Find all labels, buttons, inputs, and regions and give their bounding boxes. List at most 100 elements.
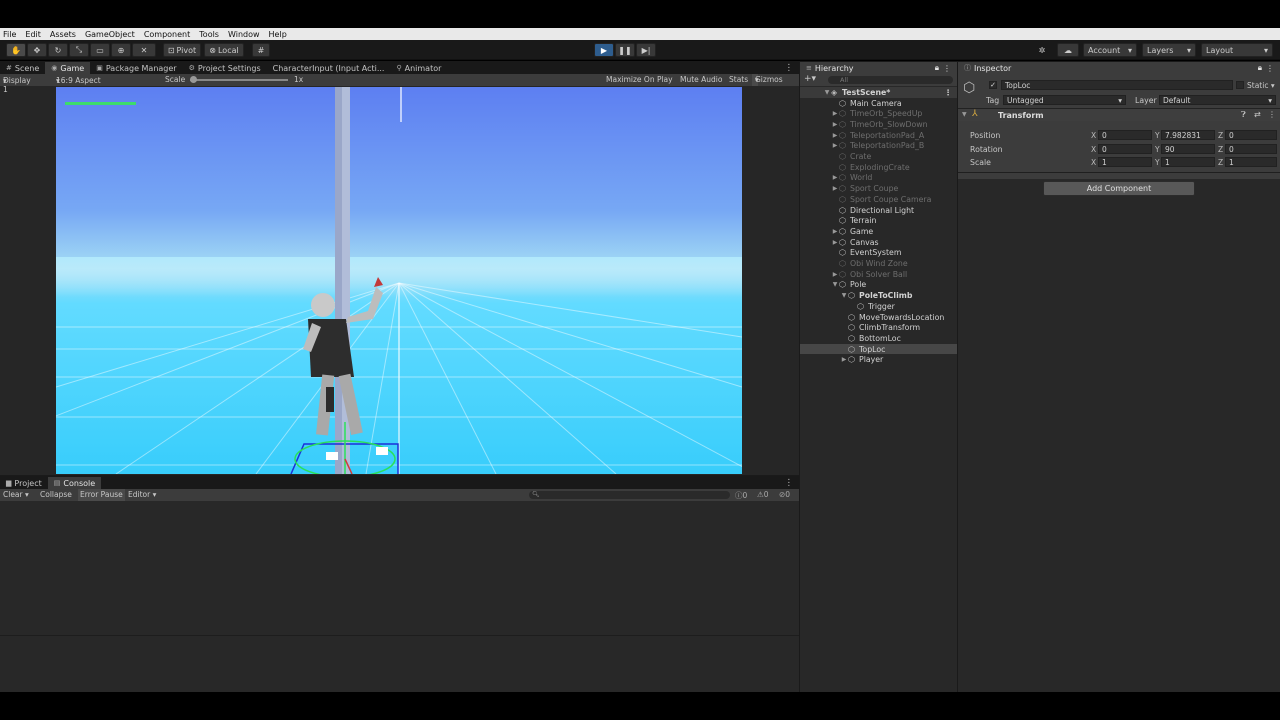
- chevron-right-icon[interactable]: ▶: [831, 110, 839, 117]
- clear-dropdown[interactable]: Clear ▾: [3, 490, 29, 499]
- hierarchy-item-sport-coupe[interactable]: ▶ ⬡ Sport Coupe: [800, 183, 957, 194]
- kebab-menu-icon[interactable]: ⋮: [1266, 64, 1274, 73]
- pause-button[interactable]: ❚❚: [615, 43, 635, 57]
- move-tool-button[interactable]: ✥: [27, 43, 47, 57]
- tab-project-settings[interactable]: ⚙ Project Settings: [183, 62, 267, 74]
- transform-header[interactable]: ▼ ⅄ Transform ❓︎ ⇄ ⋮: [958, 108, 1280, 121]
- tab-character-input[interactable]: CharacterInput (Input Acti...: [267, 62, 391, 74]
- menu-tools[interactable]: Tools: [199, 30, 219, 39]
- chevron-right-icon[interactable]: ▶: [831, 185, 839, 192]
- pivot-toggle[interactable]: ⊡ Pivot: [163, 43, 201, 57]
- layout-dropdown[interactable]: Layout ▾: [1201, 43, 1273, 57]
- tab-project[interactable]: ▆ Project: [0, 477, 48, 489]
- error-pause-toggle[interactable]: Error Pause: [78, 489, 125, 501]
- chevron-down-icon[interactable]: ▼: [962, 111, 967, 118]
- rect-tool-button[interactable]: ▭: [90, 43, 110, 57]
- layer-dropdown[interactable]: Default ▾: [1159, 95, 1276, 105]
- help-icon[interactable]: ❓︎: [1241, 110, 1246, 120]
- rotation-z-field[interactable]: 0: [1225, 144, 1277, 154]
- menu-edit[interactable]: Edit: [25, 30, 41, 39]
- chevron-down-icon[interactable]: ▼: [823, 89, 831, 96]
- static-dropdown[interactable]: Static ▾: [1247, 81, 1275, 90]
- chevron-right-icon[interactable]: ▶: [831, 271, 839, 278]
- hierarchy-item-trigger[interactable]: ⬡ Trigger: [800, 301, 957, 312]
- lock-icon[interactable]: 🔒︎: [935, 63, 939, 73]
- hierarchy-item-main-camera[interactable]: ⬡ Main Camera: [800, 98, 957, 109]
- transform-tool-button[interactable]: ⊕: [111, 43, 131, 57]
- lock-icon[interactable]: 🔒︎: [1258, 63, 1262, 73]
- kebab-menu-icon[interactable]: ⋮: [944, 88, 957, 97]
- hierarchy-item-directional-light[interactable]: ⬡ Directional Light: [800, 205, 957, 216]
- scale-z-field[interactable]: 1: [1225, 157, 1277, 167]
- scale-slider[interactable]: [190, 79, 288, 81]
- rotation-x-field[interactable]: 0: [1098, 144, 1152, 154]
- hierarchy-item-sport-coupe-camera[interactable]: ⬡ Sport Coupe Camera: [800, 194, 957, 205]
- game-viewport[interactable]: [56, 87, 742, 474]
- kebab-menu-icon[interactable]: ⋮: [943, 64, 951, 73]
- tab-package-manager[interactable]: ▣ Package Manager: [90, 62, 182, 74]
- tab-inspector[interactable]: ⓘ Inspector 🔒︎ ⋮: [958, 62, 1280, 74]
- static-checkbox[interactable]: [1236, 81, 1244, 89]
- mute-audio-toggle[interactable]: Mute Audio: [680, 75, 722, 84]
- menu-help[interactable]: Help: [269, 30, 287, 39]
- panel-menu-icon[interactable]: ⋮: [785, 62, 800, 74]
- hierarchy-item-obi-wind-zone[interactable]: ⬡ Obi Wind Zone: [800, 258, 957, 269]
- tab-hierarchy[interactable]: ≡ Hierarchy 🔒︎ ⋮: [800, 62, 957, 74]
- hierarchy-item-player[interactable]: ▶ ⬡ Player: [800, 355, 957, 366]
- menu-component[interactable]: Component: [144, 30, 190, 39]
- chevron-right-icon[interactable]: ▶: [831, 239, 839, 246]
- hierarchy-item-climbtransform[interactable]: ⬡ ClimbTransform: [800, 322, 957, 333]
- grid-snap-button[interactable]: #: [252, 43, 270, 57]
- hierarchy-item-poletoclimb[interactable]: ▼ ⬡ PoleToClimb: [800, 290, 957, 301]
- hierarchy-item-movetowardslocation[interactable]: ⬡ MoveTowardsLocation: [800, 312, 957, 323]
- hierarchy-item-teleportationpad-b[interactable]: ▶ ⬡ TeleportationPad_B: [800, 141, 957, 152]
- tab-console[interactable]: ▤ Console: [47, 477, 102, 489]
- account-dropdown[interactable]: Account ▾: [1083, 43, 1137, 57]
- preset-icon[interactable]: ⇄: [1254, 110, 1261, 119]
- hierarchy-item-world[interactable]: ▶ ⬡ World: [800, 173, 957, 184]
- hierarchy-item-obi-solver-ball[interactable]: ▶ ⬡ Obi Solver Ball: [800, 269, 957, 280]
- chevron-right-icon[interactable]: ▶: [831, 132, 839, 139]
- console-search-input[interactable]: 🔍︎: [529, 491, 730, 499]
- play-button[interactable]: ▶: [594, 43, 614, 57]
- step-button[interactable]: ▶|: [636, 43, 656, 57]
- chevron-right-icon[interactable]: ▶: [831, 174, 839, 181]
- menu-assets[interactable]: Assets: [50, 30, 76, 39]
- info-count[interactable]: ⓘ0: [735, 490, 747, 501]
- menu-gameobject[interactable]: GameObject: [85, 30, 135, 39]
- maximize-on-play-toggle[interactable]: Maximize On Play: [606, 75, 673, 84]
- hierarchy-item-timeorb-slowdown[interactable]: ▶ ⬡ TimeOrb_SlowDown: [800, 119, 957, 130]
- position-y-field[interactable]: 7.982831: [1161, 130, 1215, 140]
- position-x-field[interactable]: 0: [1098, 130, 1152, 140]
- layers-dropdown[interactable]: Layers ▾: [1142, 43, 1196, 57]
- active-checkbox[interactable]: ✓: [989, 81, 997, 89]
- hierarchy-item-canvas[interactable]: ▶ ⬡ Canvas: [800, 237, 957, 248]
- scale-x-field[interactable]: 1: [1098, 157, 1152, 167]
- tab-scene[interactable]: # Scene: [0, 62, 45, 74]
- hierarchy-item-timeorb-speedup[interactable]: ▶ ⬡ TimeOrb_SpeedUp: [800, 108, 957, 119]
- hierarchy-item-terrain[interactable]: ⬡ Terrain: [800, 215, 957, 226]
- chevron-down-icon[interactable]: ▼: [831, 281, 839, 288]
- chevron-right-icon[interactable]: ▶: [831, 228, 839, 235]
- chevron-right-icon[interactable]: ▶: [831, 142, 839, 149]
- hierarchy-search-input[interactable]: All: [828, 76, 953, 84]
- chevron-down-icon[interactable]: ▼: [840, 292, 848, 299]
- hierarchy-item-crate[interactable]: ⬡ Crate: [800, 151, 957, 162]
- tab-game[interactable]: ◉ Game: [45, 62, 91, 74]
- hierarchy-item-game[interactable]: ▶ ⬡ Game: [800, 226, 957, 237]
- add-icon[interactable]: +▾: [804, 74, 816, 84]
- kebab-menu-icon[interactable]: ⋮: [785, 477, 800, 489]
- cloud-button[interactable]: ☁: [1057, 43, 1079, 57]
- scale-slider-handle[interactable]: [190, 76, 197, 83]
- rotation-y-field[interactable]: 90: [1161, 144, 1215, 154]
- hierarchy-item-toploc[interactable]: ⬡ TopLoc: [800, 343, 957, 355]
- gizmos-toggle[interactable]: Gizmos ▾: [752, 74, 783, 86]
- hierarchy-item-bottomloc[interactable]: ⬡ BottomLoc: [800, 333, 957, 344]
- scale-y-field[interactable]: 1: [1161, 157, 1215, 167]
- hand-tool-button[interactable]: ✋: [6, 43, 26, 57]
- chevron-right-icon[interactable]: ▶: [831, 121, 839, 128]
- hierarchy-item-eventsystem[interactable]: ⬡ EventSystem: [800, 248, 957, 259]
- error-count[interactable]: ⊘0: [779, 490, 790, 499]
- menu-window[interactable]: Window: [228, 30, 260, 39]
- kebab-menu-icon[interactable]: ⋮: [1268, 110, 1276, 119]
